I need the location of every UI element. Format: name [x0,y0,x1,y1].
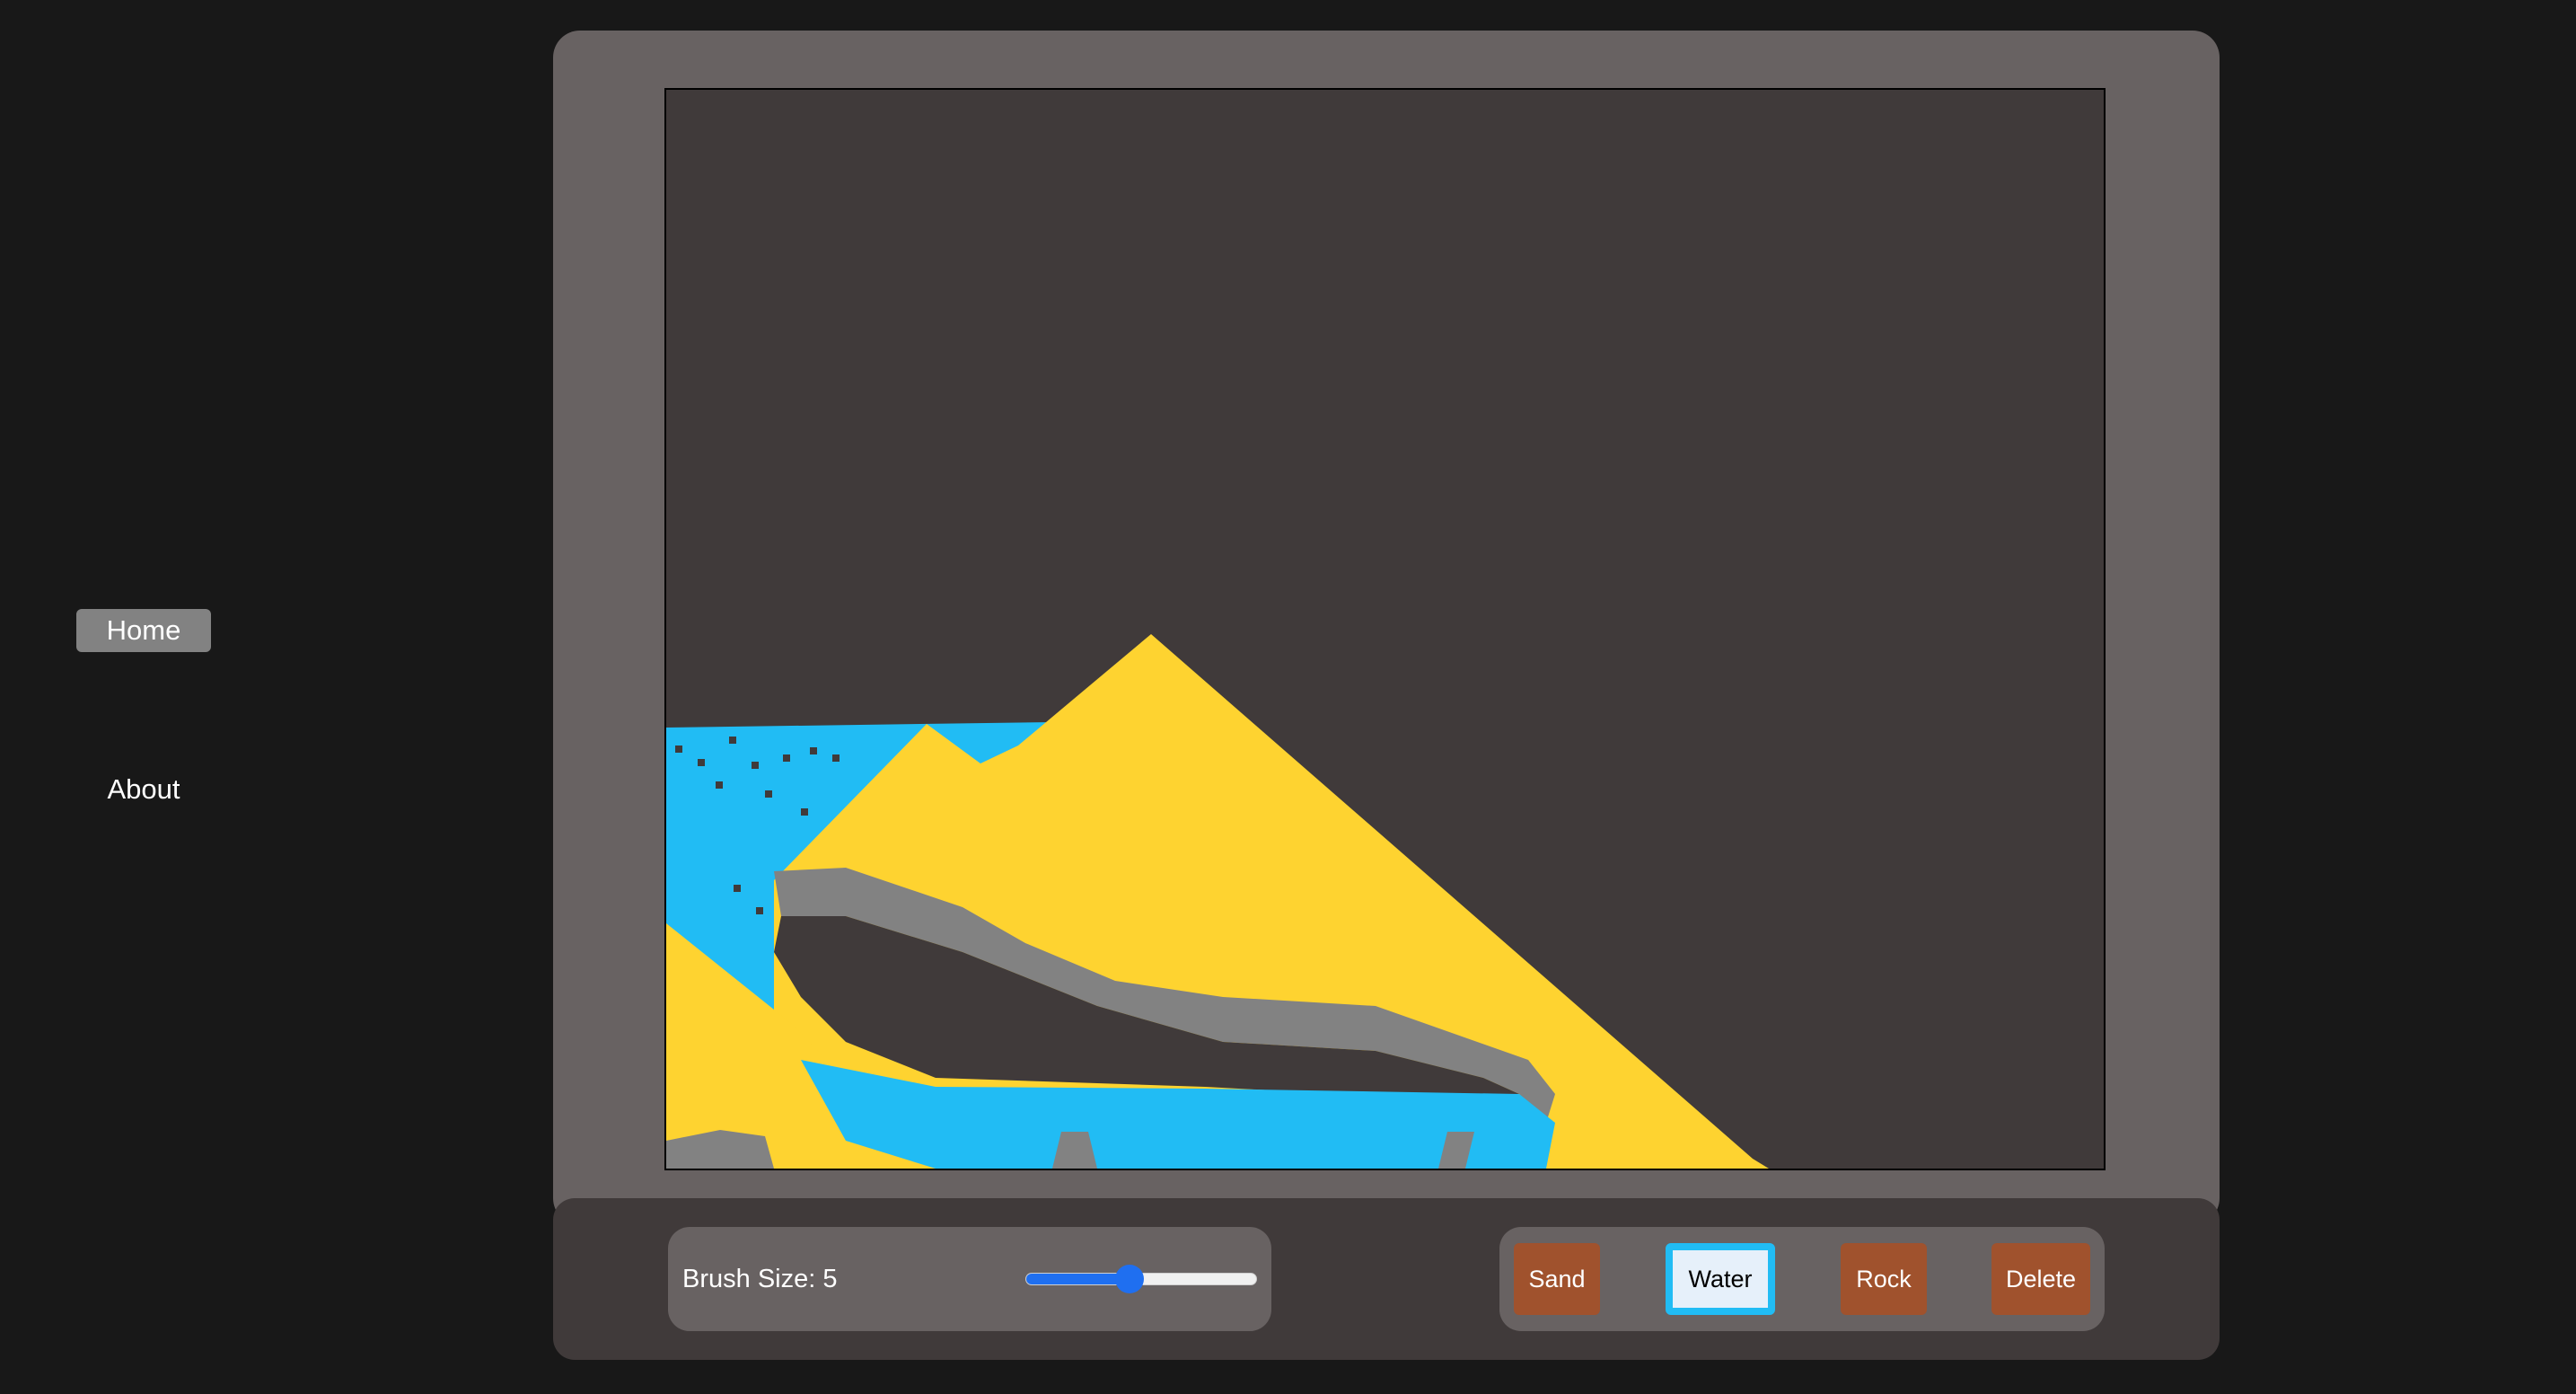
nav-home-link[interactable]: Home [76,609,211,652]
brush-size-label: Brush Size: 5 [682,1264,838,1293]
sand-tool-button[interactable]: Sand [1514,1243,1600,1315]
particle-canvas-svg[interactable] [666,90,2104,1169]
delete-tool-button[interactable]: Delete [1991,1243,2090,1315]
slider-thumb[interactable] [1115,1265,1145,1293]
nav-about-link[interactable]: About [76,768,211,811]
sand-canvas[interactable] [664,88,2106,1170]
sidebar-nav: Home About [0,0,287,1394]
brush-size-slider[interactable] [1025,1261,1257,1297]
water-tool-button[interactable]: Water [1666,1243,1775,1315]
rock-tool-button[interactable]: Rock [1841,1243,1927,1315]
